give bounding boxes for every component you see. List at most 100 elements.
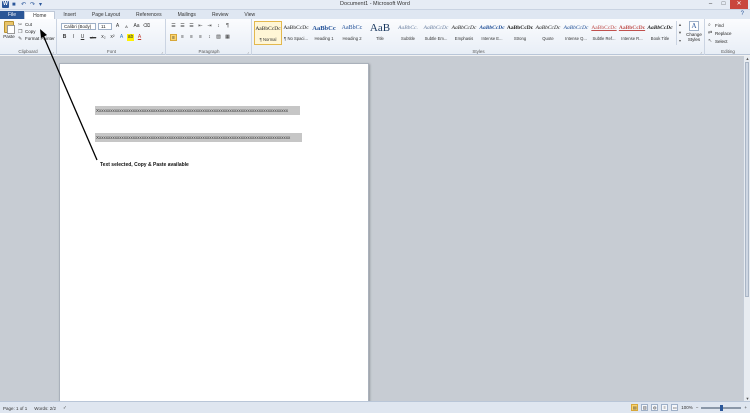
zoom-level[interactable]: 100%: [681, 405, 693, 410]
editing-group-label: Editing: [721, 49, 735, 54]
multilevel-list-button[interactable]: ☰: [188, 23, 195, 30]
more-styles-icon[interactable]: ▾: [677, 37, 683, 45]
change-styles-button[interactable]: A Change Styles: [684, 21, 704, 42]
tab-page-layout[interactable]: Page Layout: [84, 11, 128, 19]
underline-button[interactable]: U: [79, 34, 86, 41]
zoom-in-icon[interactable]: +: [744, 405, 747, 410]
scroll-thumb[interactable]: [745, 62, 749, 297]
style-title[interactable]: AaB Title: [366, 21, 394, 45]
style-emphasis[interactable]: AaBbCcDc Emphasis: [450, 21, 478, 45]
style-name: ¶ No Spaci...: [284, 36, 308, 41]
style-intense-reference[interactable]: AaBbCcDc Intense R...: [618, 21, 646, 45]
superscript-button[interactable]: x²: [109, 34, 116, 41]
highlight-button[interactable]: ab: [127, 34, 134, 41]
format-painter-button[interactable]: ✎ Format Painter: [18, 35, 55, 42]
style-intense-emphasis[interactable]: AaBbCcDc Intense E...: [478, 21, 506, 45]
selected-text-line-1[interactable]: Xxxxxxxxxxxxxxxxxxxxxxxxxxxxxxxxxxxxxxxx…: [95, 106, 300, 115]
ribbon: Paste ✂ Cut ❐ Copy ✎ Format Painter Clip…: [0, 19, 750, 55]
increase-indent-button[interactable]: ⇥: [206, 23, 213, 30]
tab-home[interactable]: Home: [24, 11, 56, 19]
styles-launcher-icon[interactable]: ⌟: [700, 49, 702, 54]
select-button[interactable]: ↖ Select: [708, 37, 732, 45]
subscript-button[interactable]: x₂: [100, 34, 107, 41]
change-case-button[interactable]: Aa: [132, 23, 141, 30]
style-sample: AaBbCc: [341, 25, 363, 31]
align-right-button[interactable]: ≡: [188, 34, 195, 41]
tab-review[interactable]: Review: [204, 11, 236, 19]
style-normal[interactable]: AaBbCcDc ¶ Normal: [254, 21, 282, 45]
style-sample: AaBbCcDc: [451, 25, 477, 31]
font-color-button[interactable]: A: [136, 34, 143, 41]
chevron-up-icon[interactable]: ▲: [677, 21, 683, 29]
style-sample: AaBbCc.: [398, 25, 418, 31]
scroll-up-icon[interactable]: ▲: [744, 56, 750, 61]
zoom-out-icon[interactable]: −: [696, 405, 699, 410]
font-size-dropdown[interactable]: 11: [98, 23, 112, 30]
selected-text-line-2[interactable]: Xxxxxxxxxxxxxxxxxxxxxxxxxxxxxxxxxxxxxxxx…: [95, 133, 302, 142]
shrink-font-button[interactable]: A: [123, 23, 130, 30]
document-page[interactable]: Xxxxxxxxxxxxxxxxxxxxxxxxxxxxxxxxxxxxxxxx…: [59, 63, 369, 401]
italic-button[interactable]: I: [70, 34, 77, 41]
clipboard-launcher-icon[interactable]: ⌟: [52, 49, 54, 54]
full-screen-reading-icon[interactable]: ▥: [641, 404, 649, 411]
text-effects-button[interactable]: A: [118, 34, 125, 41]
tab-file[interactable]: File: [0, 11, 25, 19]
tab-insert[interactable]: Insert: [55, 11, 84, 19]
outline-icon[interactable]: ≡: [661, 404, 669, 411]
vertical-scrollbar[interactable]: ▲ ▼: [743, 56, 750, 401]
tab-view[interactable]: View: [236, 11, 263, 19]
clear-formatting-button[interactable]: ⌫: [143, 23, 150, 30]
shading-button[interactable]: ▨: [215, 34, 222, 41]
web-layout-icon[interactable]: ◍: [651, 404, 659, 411]
show-hide-button[interactable]: ¶: [224, 23, 231, 30]
style-subtle-reference[interactable]: AaBbCcDc Subtle Ref...: [590, 21, 618, 45]
strikethrough-button[interactable]: abc: [88, 34, 98, 41]
decrease-indent-button[interactable]: ⇤: [197, 23, 204, 30]
borders-button[interactable]: ▦: [224, 34, 231, 41]
paste-button[interactable]: Paste: [3, 21, 15, 39]
replace-button[interactable]: ⇄ Replace: [708, 29, 732, 37]
bullets-button[interactable]: ☰: [170, 23, 177, 30]
style-sample: AaBbCc: [312, 25, 336, 32]
zoom-slider-knob[interactable]: [720, 404, 724, 411]
style-heading-1[interactable]: AaBbCc Heading 1: [310, 21, 338, 45]
sort-button[interactable]: ↕: [215, 23, 222, 30]
grow-font-button[interactable]: A: [114, 23, 121, 30]
draft-icon[interactable]: ▭: [671, 404, 679, 411]
status-bar: Page: 1 of 1 Words: 2/2 ✓ ▤ ▥ ◍ ≡ ▭ 100%…: [0, 401, 750, 413]
style-quote[interactable]: AaBbCcDc Quote: [534, 21, 562, 45]
tab-mailings[interactable]: Mailings: [170, 11, 204, 19]
style-strong[interactable]: AaBbCcDc Strong: [506, 21, 534, 45]
chevron-down-icon[interactable]: ▼: [677, 29, 683, 37]
help-icon[interactable]: ?: [741, 11, 744, 17]
close-button[interactable]: ✕: [730, 0, 748, 9]
paragraph-group: ☰ ☰ ☰ ⇤ ⇥ ↕ ¶ ≡ ≡ ≡ ≡ ↕ ▨ ▦ Paragraph ⌟: [167, 19, 252, 55]
print-layout-icon[interactable]: ▤: [631, 404, 639, 411]
justify-button[interactable]: ≡: [197, 34, 204, 41]
tab-references[interactable]: References: [128, 11, 170, 19]
font-launcher-icon[interactable]: ⌟: [161, 49, 163, 54]
styles-gallery-scroll[interactable]: ▲ ▼ ▾: [676, 21, 683, 45]
numbering-button[interactable]: ☰: [179, 23, 186, 30]
font-name-dropdown[interactable]: Calibri (Body): [61, 23, 96, 30]
copy-button[interactable]: ❐ Copy: [18, 28, 55, 35]
page-count[interactable]: Page: 1 of 1: [3, 406, 27, 411]
line-spacing-button[interactable]: ↕: [206, 34, 213, 41]
proofing-icon[interactable]: ✓: [63, 405, 67, 411]
style-book-title[interactable]: AaBbCcDc Book Title: [646, 21, 674, 45]
style-subtle-emphasis[interactable]: AaBbCcDc Subtle Em...: [422, 21, 450, 45]
align-center-button[interactable]: ≡: [179, 34, 186, 41]
zoom-slider[interactable]: [701, 404, 742, 411]
style-intense-quote[interactable]: AaBbCcDc Intense Q...: [562, 21, 590, 45]
find-button[interactable]: ⌕ Find: [708, 21, 732, 29]
style-no-spacing[interactable]: AaBbCcDc ¶ No Spaci...: [282, 21, 310, 45]
maximize-button[interactable]: □: [717, 0, 730, 9]
word-count[interactable]: Words: 2/2: [34, 406, 56, 411]
style-subtitle[interactable]: AaBbCc. Subtitle: [394, 21, 422, 45]
bold-button[interactable]: B: [61, 34, 68, 41]
style-heading-2[interactable]: AaBbCc Heading 2: [338, 21, 366, 45]
paragraph-launcher-icon[interactable]: ⌟: [247, 49, 249, 54]
cut-button[interactable]: ✂ Cut: [18, 21, 55, 28]
align-left-button[interactable]: ≡: [170, 34, 177, 41]
minimize-button[interactable]: –: [704, 0, 717, 9]
